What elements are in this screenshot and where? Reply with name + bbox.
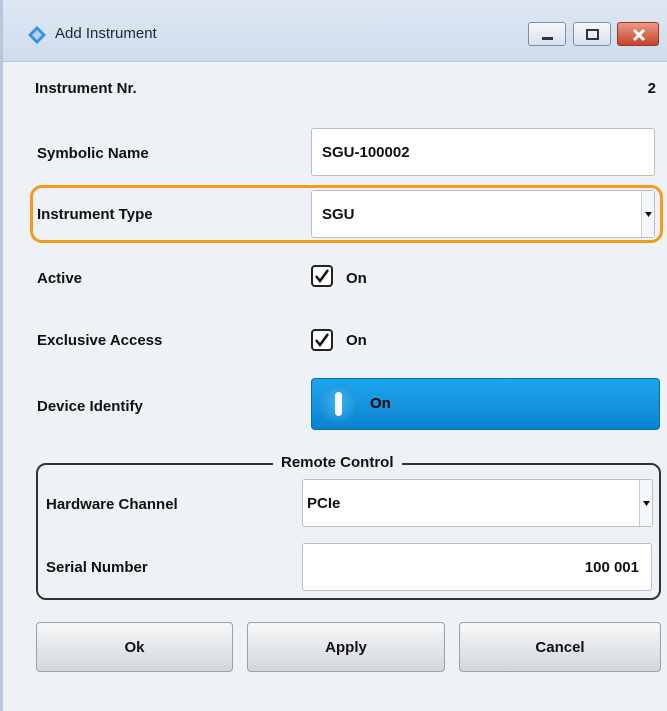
cancel-button-label: Cancel (535, 638, 585, 656)
serial-number-value: 100 001 (584, 558, 639, 576)
symbolic-name-value: SGU-100002 (322, 143, 410, 161)
instrument-diamond-icon (27, 25, 47, 45)
checkmark-icon (315, 269, 330, 284)
symbolic-name-label: Symbolic Name (37, 145, 149, 162)
chevron-down-icon[interactable] (641, 191, 654, 237)
symbolic-name-input[interactable]: SGU-100002 (311, 128, 655, 176)
dialog-content: Instrument Nr. 2 Symbolic Name SGU-10000… (3, 62, 667, 711)
cancel-button[interactable]: Cancel (459, 622, 661, 672)
instrument-nr-value: 2 (647, 80, 656, 97)
title-bar[interactable]: Add Instrument (3, 0, 667, 62)
ok-button[interactable]: Ok (36, 622, 233, 672)
maximize-button[interactable] (573, 22, 611, 46)
close-button[interactable] (617, 22, 659, 46)
serial-number-label: Serial Number (46, 559, 148, 576)
minimize-icon (542, 37, 553, 40)
power-toggle-icon (319, 385, 357, 423)
minimize-button[interactable] (528, 22, 566, 46)
active-label: Active (37, 270, 83, 287)
active-state-label: On (346, 270, 367, 287)
device-identify-label: Device Identify (37, 398, 143, 415)
device-identify-state: On (370, 395, 391, 412)
apply-button-label: Apply (325, 638, 367, 656)
close-icon (632, 28, 646, 42)
chevron-down-icon[interactable] (639, 480, 652, 526)
maximize-icon (586, 29, 599, 40)
instrument-nr-label: Instrument Nr. (35, 80, 137, 97)
hardware-channel-value: PCIe (307, 494, 341, 512)
exclusive-access-state-label: On (346, 332, 367, 349)
hardware-channel-select[interactable]: PCIe (302, 479, 653, 527)
serial-number-input[interactable]: 100 001 (302, 543, 652, 591)
add-instrument-dialog: Add Instrument Instrument Nr. 2 Symbolic… (0, 0, 667, 711)
exclusive-access-checkbox[interactable] (311, 329, 333, 351)
active-checkbox[interactable] (311, 265, 333, 287)
checkmark-icon (315, 333, 330, 348)
instrument-type-select[interactable]: SGU (311, 190, 655, 238)
ok-button-label: Ok (124, 638, 145, 656)
window-title: Add Instrument (55, 25, 157, 42)
instrument-type-value: SGU (322, 205, 355, 223)
hardware-channel-label: Hardware Channel (46, 496, 178, 513)
exclusive-access-label: Exclusive Access (37, 332, 163, 349)
apply-button[interactable]: Apply (247, 622, 445, 672)
remote-control-title: Remote Control (273, 454, 402, 471)
instrument-type-label: Instrument Type (37, 206, 153, 223)
device-identify-toggle[interactable]: On (311, 378, 660, 430)
